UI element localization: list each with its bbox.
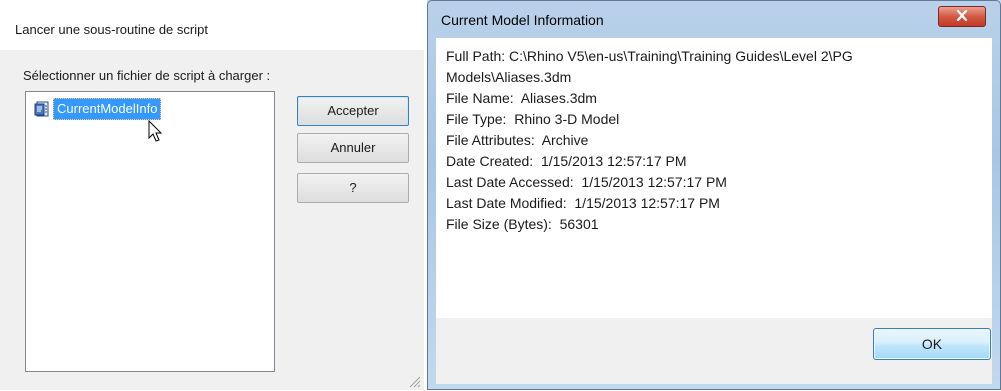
- close-icon: [956, 9, 968, 24]
- full-path-line: Full Path: C:\Rhino V5\en-us\Training\Tr…: [446, 48, 853, 85]
- help-button[interactable]: ?: [297, 173, 409, 203]
- ok-button[interactable]: OK: [873, 328, 991, 360]
- window-title: Current Model Information: [441, 12, 604, 28]
- model-info-text: Full Path: C:\Rhino V5\en-us\Training\Tr…: [446, 46, 971, 235]
- file-size-line: File Size (Bytes): 56301: [446, 216, 599, 232]
- script-file-icon: [34, 101, 51, 118]
- dialog-title: Lancer une sous-routine de script: [15, 22, 208, 37]
- file-name-label: CurrentModelInfo: [53, 98, 162, 120]
- select-file-label: Sélectionner un fichier de script à char…: [23, 68, 271, 83]
- close-button[interactable]: [938, 6, 986, 27]
- mouse-pointer-icon: [148, 119, 164, 147]
- resize-grip-icon[interactable]: [405, 372, 421, 391]
- last-modified-line: Last Date Modified: 1/15/2013 12:57:17 P…: [446, 195, 720, 211]
- model-info-dialog: Current Model Information Full Path: C:\…: [427, 0, 1001, 390]
- file-type-line: File Type: Rhino 3-D Model: [446, 111, 620, 127]
- file-attributes-line: File Attributes: Archive: [446, 132, 589, 148]
- last-accessed-line: Last Date Accessed: 1/15/2013 12:57:17 P…: [446, 174, 727, 190]
- accept-button[interactable]: Accepter: [297, 96, 409, 126]
- date-created-line: Date Created: 1/15/2013 12:57:17 PM: [446, 153, 687, 169]
- cancel-button[interactable]: Annuler: [297, 133, 409, 163]
- file-name-line: File Name: Aliases.3dm: [446, 90, 597, 106]
- dialog-titlebar: Lancer une sous-routine de script: [0, 0, 424, 50]
- run-script-dialog: Lancer une sous-routine de script Sélect…: [0, 0, 424, 390]
- list-item[interactable]: CurrentModelInfo: [34, 98, 162, 120]
